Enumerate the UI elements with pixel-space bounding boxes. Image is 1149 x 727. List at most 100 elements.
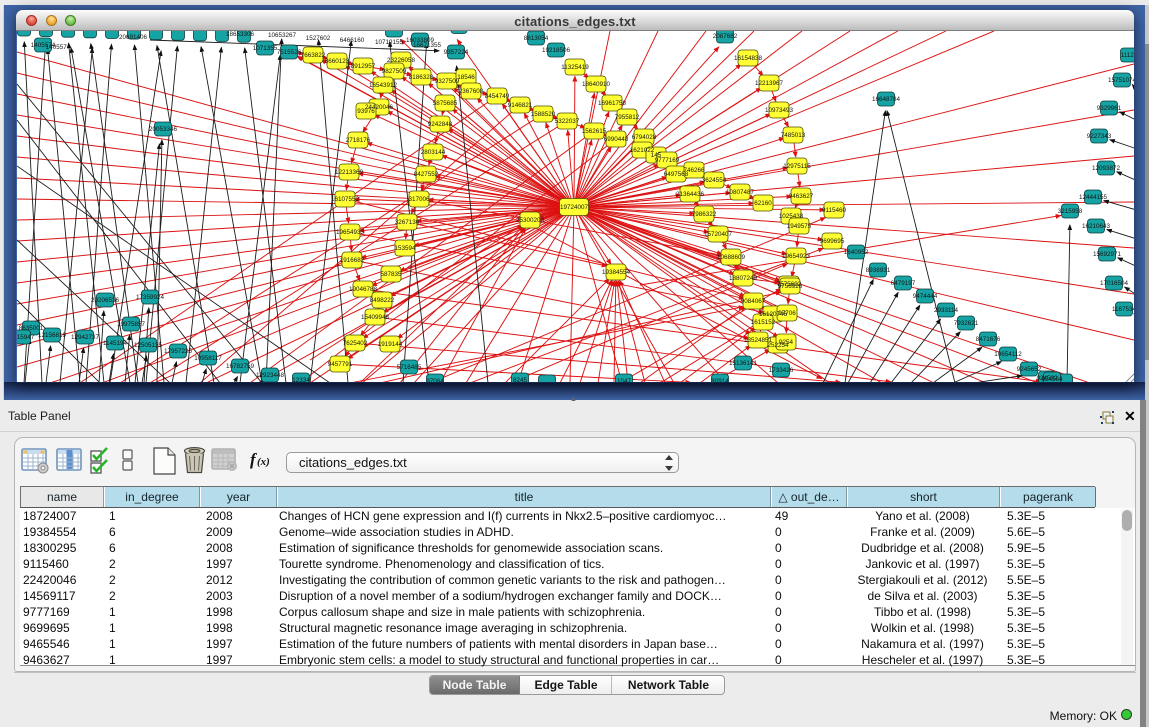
svg-text:12093872: 12093872 bbox=[1092, 165, 1121, 172]
svg-text:9357224: 9357224 bbox=[444, 49, 469, 56]
svg-text:7663822: 7663822 bbox=[301, 52, 326, 59]
svg-text:12334: 12334 bbox=[292, 377, 310, 382]
svg-text:16648784: 16648784 bbox=[872, 96, 901, 103]
svg-text:10807487: 10807487 bbox=[726, 189, 755, 196]
svg-text:2933114: 2933114 bbox=[934, 307, 959, 314]
svg-text:9245652: 9245652 bbox=[1017, 366, 1042, 373]
svg-text:1919144: 1919144 bbox=[378, 341, 403, 348]
svg-text:11127: 11127 bbox=[1121, 52, 1134, 59]
svg-text:9463627: 9463627 bbox=[789, 193, 814, 200]
svg-text:17957225: 17957225 bbox=[164, 348, 193, 355]
svg-text:19046788: 19046788 bbox=[349, 286, 378, 293]
svg-text:9242848: 9242848 bbox=[428, 121, 453, 128]
svg-text:7485013: 7485013 bbox=[781, 132, 806, 139]
svg-text:8471676: 8471676 bbox=[976, 336, 1001, 343]
svg-text:7515526: 7515526 bbox=[277, 49, 302, 56]
svg-text:12213369: 12213369 bbox=[335, 169, 364, 176]
svg-text:2803144: 2803144 bbox=[421, 149, 446, 156]
svg-text:12156819: 12156819 bbox=[38, 332, 67, 339]
svg-text:746266: 746266 bbox=[683, 167, 705, 174]
svg-text:19975857: 19975857 bbox=[117, 321, 146, 328]
svg-text:3267130: 3267130 bbox=[395, 219, 420, 226]
svg-text:1047: 1047 bbox=[617, 378, 632, 382]
svg-text:3215958: 3215958 bbox=[1058, 208, 1083, 215]
svg-text:9777169: 9777169 bbox=[655, 157, 680, 164]
svg-text:15692971: 15692971 bbox=[1093, 251, 1122, 258]
svg-text:1405574: 1405574 bbox=[46, 44, 71, 51]
svg-text:1167534: 1167534 bbox=[1112, 306, 1134, 313]
svg-text:16210643: 16210643 bbox=[1082, 223, 1111, 230]
svg-text:9329961: 9329961 bbox=[1097, 105, 1122, 112]
svg-text:10688609: 10688609 bbox=[717, 254, 746, 261]
svg-text:1562615: 1562615 bbox=[582, 128, 607, 135]
svg-text:15409948: 15409948 bbox=[361, 314, 390, 321]
svg-text:7625402: 7625402 bbox=[343, 340, 368, 347]
svg-text:20053346: 20053346 bbox=[149, 126, 178, 133]
svg-text:5875685: 5875685 bbox=[433, 100, 458, 107]
svg-text:8427552: 8427552 bbox=[414, 171, 439, 178]
svg-text:2718176: 2718176 bbox=[346, 137, 371, 144]
svg-text:10653267: 10653267 bbox=[268, 32, 297, 39]
svg-text:12213967: 12213967 bbox=[755, 80, 784, 87]
svg-text:8635001: 8635001 bbox=[19, 325, 44, 332]
svg-text:20206536: 20206536 bbox=[91, 297, 120, 304]
svg-text:93976: 93976 bbox=[357, 108, 375, 115]
svg-text:5322037: 5322037 bbox=[555, 118, 580, 125]
svg-text:12923448: 12923448 bbox=[256, 372, 285, 379]
svg-text:25300203: 25300203 bbox=[516, 217, 545, 224]
svg-text:9827509: 9827509 bbox=[382, 68, 407, 75]
svg-text:8454749: 8454749 bbox=[485, 93, 510, 100]
svg-text:16107552: 16107552 bbox=[331, 196, 360, 203]
svg-text:10958117: 10958117 bbox=[194, 355, 222, 362]
svg-text:16543912: 16543912 bbox=[369, 82, 398, 89]
svg-text:21364436: 21364436 bbox=[676, 191, 705, 198]
svg-text:15136141: 15136141 bbox=[729, 360, 758, 367]
svg-text:18546: 18546 bbox=[457, 74, 475, 81]
svg-text:18807249: 18807249 bbox=[729, 275, 758, 282]
svg-text:1145194: 1145194 bbox=[103, 340, 128, 347]
svg-text:1025438: 1025438 bbox=[779, 213, 804, 220]
svg-text:1615152: 1615152 bbox=[751, 319, 776, 326]
svg-text:1588520: 1588520 bbox=[531, 111, 556, 118]
svg-text:19654923: 19654923 bbox=[782, 253, 811, 260]
svg-text:12505135: 12505135 bbox=[134, 342, 163, 349]
svg-text:153594: 153594 bbox=[394, 245, 416, 252]
svg-text:2367608: 2367608 bbox=[459, 88, 484, 95]
svg-text:9474444: 9474444 bbox=[913, 293, 938, 300]
svg-text:12975115: 12975115 bbox=[783, 163, 811, 170]
svg-text:11325419: 11325419 bbox=[561, 64, 589, 71]
svg-text:10654112: 10654112 bbox=[994, 351, 1022, 358]
svg-text:7932621: 7932621 bbox=[954, 320, 979, 327]
svg-text:5716485: 5716485 bbox=[397, 364, 422, 371]
svg-text:8245: 8245 bbox=[513, 377, 528, 382]
svg-text:9915947: 9915947 bbox=[17, 334, 35, 341]
svg-text:12444155: 12444155 bbox=[1079, 194, 1108, 201]
svg-text:(x): (x) bbox=[257, 456, 270, 468]
svg-text:8912957: 8912957 bbox=[351, 63, 376, 70]
svg-text:6794028: 6794028 bbox=[632, 134, 657, 141]
svg-text:9146821: 9146821 bbox=[508, 102, 533, 109]
svg-text:15751074: 15751074 bbox=[1108, 77, 1134, 84]
svg-text:2087682: 2087682 bbox=[713, 33, 738, 40]
svg-text:16671355: 16671355 bbox=[413, 42, 442, 49]
svg-text:19654933: 19654933 bbox=[336, 229, 365, 236]
svg-text:6479197: 6479197 bbox=[891, 280, 916, 287]
svg-text:9084067: 9084067 bbox=[741, 298, 766, 305]
svg-text:9457791: 9457791 bbox=[328, 361, 353, 368]
svg-text:587835: 587835 bbox=[380, 271, 402, 278]
svg-text:23226058: 23226058 bbox=[387, 57, 416, 64]
svg-text:8498222: 8498222 bbox=[370, 297, 395, 304]
svg-text:9115460: 9115460 bbox=[822, 207, 847, 214]
svg-text:3624554: 3624554 bbox=[702, 177, 727, 184]
svg-text:17016504: 17016504 bbox=[1100, 280, 1129, 287]
svg-text:97064: 97064 bbox=[426, 378, 444, 382]
svg-text:9227343: 9227343 bbox=[1087, 133, 1112, 140]
svg-text:1640952: 1640952 bbox=[844, 249, 869, 256]
svg-text:1527602: 1527602 bbox=[306, 35, 331, 42]
svg-text:16961758: 16961758 bbox=[598, 100, 627, 107]
svg-text:6990448: 6990448 bbox=[604, 136, 629, 143]
svg-text:16782759: 16782759 bbox=[226, 363, 255, 370]
svg-text:10719155: 10719155 bbox=[375, 39, 404, 46]
svg-text:1733426: 1733426 bbox=[769, 367, 794, 374]
svg-text:19724007: 19724007 bbox=[560, 204, 589, 211]
